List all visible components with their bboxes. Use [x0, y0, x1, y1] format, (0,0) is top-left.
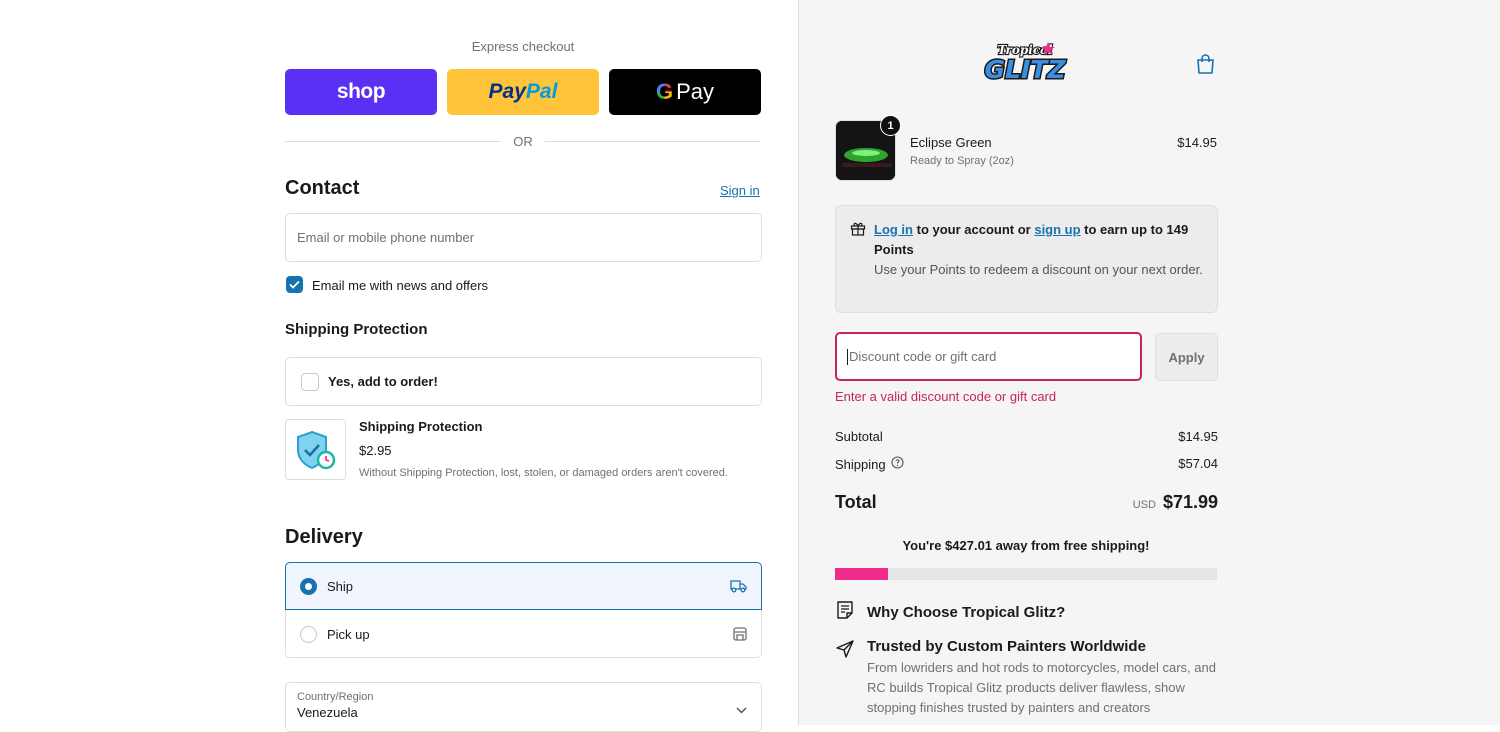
why-choose-row: Why Choose Tropical Glitz?	[835, 600, 1065, 624]
checkout-main: Express checkout shop Pay Pal G Pay OR Co…	[0, 0, 798, 732]
apply-discount-button[interactable]: Apply	[1155, 333, 1218, 381]
loyalty-points-banner: Log in to your account or sign up to ear…	[835, 205, 1218, 313]
subtotal-row: Subtotal $14.95	[835, 429, 1218, 444]
points-text-1: to your account or	[913, 222, 1035, 237]
shipping-protection-heading: Shipping Protection	[285, 321, 428, 338]
shop-pay-label: shop	[336, 80, 386, 103]
product-variant: Ready to Spray (2oz)	[910, 155, 1014, 167]
google-g-icon: G	[655, 79, 674, 104]
check-icon	[289, 280, 300, 289]
discount-placeholder: Discount code or gift card	[849, 349, 997, 364]
country-value: Venezuela	[297, 705, 358, 720]
pickup-radio[interactable]	[300, 625, 317, 643]
progress-fill	[835, 568, 889, 580]
or-label: OR	[513, 133, 533, 149]
email-field[interactable]: Email or mobile phone number	[285, 213, 762, 262]
google-pay-label: Pay	[676, 79, 715, 104]
shipping-label: Shipping	[835, 456, 886, 472]
points-subtext: Use your Points to redeem a discount on …	[874, 262, 1203, 277]
shipping-protection-price: $2.95	[359, 443, 392, 458]
paypal-label-1: Pay	[488, 80, 526, 103]
email-placeholder: Email or mobile phone number	[297, 230, 475, 245]
points-message: Log in to your account or sign up to ear…	[874, 220, 1203, 260]
help-circle-icon[interactable]	[891, 456, 904, 472]
pickup-label: Pick up	[327, 626, 370, 642]
send-icon	[835, 639, 855, 718]
shop-pay-button[interactable]: shop	[285, 69, 437, 115]
shipping-protection-description: Without Shipping Protection, lost, stole…	[359, 467, 728, 479]
quantity-badge: 1	[880, 115, 901, 136]
tropical-glitz-logo[interactable]: Tropical GLITZ	[978, 40, 1074, 86]
note-icon	[835, 600, 855, 624]
discount-error-message: Enter a valid discount code or gift card	[835, 389, 1057, 404]
chevron-down-icon	[736, 701, 747, 719]
shield-clock-icon	[296, 430, 335, 469]
text-cursor	[847, 348, 848, 365]
delivery-heading: Delivery	[285, 526, 363, 548]
truck-icon	[730, 579, 747, 593]
subtotal-value: $14.95	[1178, 429, 1218, 444]
ship-label: Ship	[327, 578, 354, 594]
free-shipping-message: You're $427.01 away from free shipping!	[902, 538, 1150, 553]
google-pay-button[interactable]: G Pay	[609, 69, 761, 115]
news-checkbox[interactable]	[286, 276, 303, 293]
shipping-protection-name: Shipping Protection	[359, 419, 483, 434]
shipping-row: Shipping $57.04	[835, 456, 1218, 472]
express-checkout-label: Express checkout	[471, 39, 575, 54]
delivery-options: Ship Pick up	[285, 562, 762, 658]
subtotal-label: Subtotal	[835, 429, 883, 444]
shipping-protection-checkbox[interactable]	[301, 372, 319, 391]
total-row: Total USD $71.99	[835, 492, 1218, 513]
store-icon	[733, 627, 747, 641]
divider-line	[544, 140, 761, 142]
discount-code-input[interactable]: Discount code or gift card	[835, 332, 1142, 381]
country-label: Country/Region	[297, 691, 374, 703]
sign-in-link[interactable]: Sign in	[720, 183, 760, 198]
product-name: Eclipse Green	[910, 135, 992, 150]
divider-line	[285, 140, 502, 142]
delivery-option-pickup[interactable]: Pick up	[286, 610, 761, 658]
ship-radio[interactable]	[300, 577, 317, 595]
shipping-value: $57.04	[1178, 456, 1218, 471]
product-price: $14.95	[1177, 135, 1217, 150]
news-label: Email me with news and offers	[312, 278, 489, 293]
sign-up-link[interactable]: sign up	[1034, 222, 1080, 237]
shipping-protection-option[interactable]: Yes, add to order!	[285, 357, 762, 406]
shipping-protection-add-label: Yes, add to order!	[328, 374, 438, 389]
total-label: Total	[835, 492, 877, 512]
contact-heading: Contact	[285, 177, 360, 199]
gift-icon	[850, 221, 866, 242]
why-choose-title: Why Choose Tropical Glitz?	[867, 603, 1066, 621]
shopping-bag-icon[interactable]	[1196, 54, 1215, 80]
trust-description: From lowriders and hot rods to motorcycl…	[867, 660, 1216, 715]
paypal-label-2: Pal	[525, 80, 558, 103]
delivery-option-ship[interactable]: Ship	[285, 562, 762, 610]
trust-row: Trusted by Custom Painters Worldwide Fro…	[835, 638, 1222, 718]
currency-code: USD	[1132, 499, 1156, 511]
or-divider: OR	[285, 133, 761, 149]
log-in-link[interactable]: Log in	[874, 222, 913, 237]
svg-text:GLITZ: GLITZ	[985, 55, 1067, 84]
shipping-protection-image	[285, 419, 346, 480]
free-shipping-progress	[835, 568, 1217, 580]
total-value: $71.99	[1162, 492, 1218, 512]
paypal-button[interactable]: Pay Pal	[447, 69, 599, 115]
trust-title: Trusted by Custom Painters Worldwide	[867, 638, 1146, 655]
